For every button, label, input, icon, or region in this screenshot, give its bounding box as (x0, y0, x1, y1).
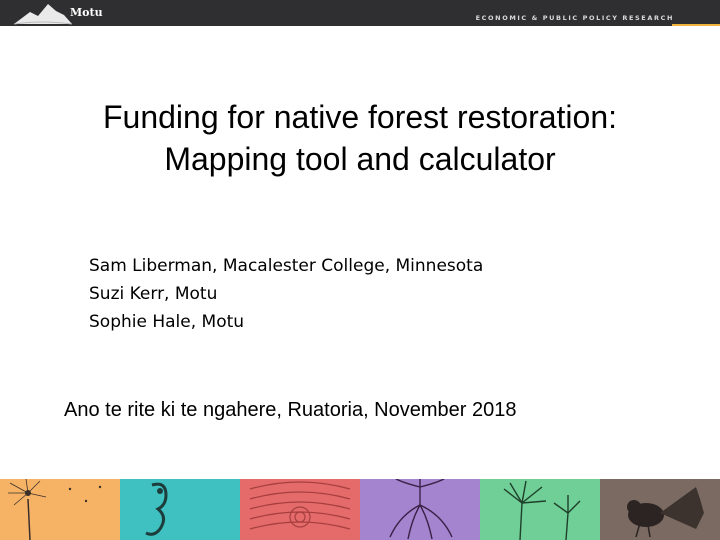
author-2: Suzi Kerr, Motu (89, 284, 218, 304)
author-list: Sam Liberman, Macalester College, Minnes… (89, 252, 483, 336)
header-bar: Motu ECONOMIC & PUBLIC POLICY RESEARCH (0, 0, 720, 26)
footer-panel-carving (240, 479, 360, 540)
footer-panel-fantail (600, 479, 720, 540)
footer-panel-dandelion (0, 479, 120, 540)
event-line: Ano te rite ki te ngahere, Ruatoria, Nov… (64, 399, 517, 421)
footer-panel-seahorse (120, 479, 240, 540)
cabbage-tree-icon (503, 480, 581, 540)
mountain-logo-icon (13, 4, 73, 25)
header-tagline: ECONOMIC & PUBLIC POLICY RESEARCH (475, 14, 674, 22)
footer-panel-roots (360, 479, 480, 540)
author-1: Sam Liberman, Macalester College, Minnes… (89, 256, 484, 276)
slide-title-line-1: Funding for native forest restoration: (102, 99, 618, 135)
footer-image-strip (0, 479, 720, 540)
footer-panel-cabbage-tree (480, 479, 600, 540)
slide-title: Funding for native forest restoration: M… (40, 96, 680, 180)
fantail-bird-icon (627, 487, 704, 538)
seahorse-icon (145, 482, 168, 536)
logo-text: Motu (70, 6, 103, 19)
slide-title-line-2: Mapping tool and calculator (164, 141, 556, 177)
header-accent-line (672, 24, 720, 26)
author-3: Sophie Hale, Motu (89, 312, 245, 332)
dandelion-icon (8, 479, 102, 540)
tree-roots-icon (389, 479, 453, 540)
carving-pattern-icon (249, 481, 351, 530)
